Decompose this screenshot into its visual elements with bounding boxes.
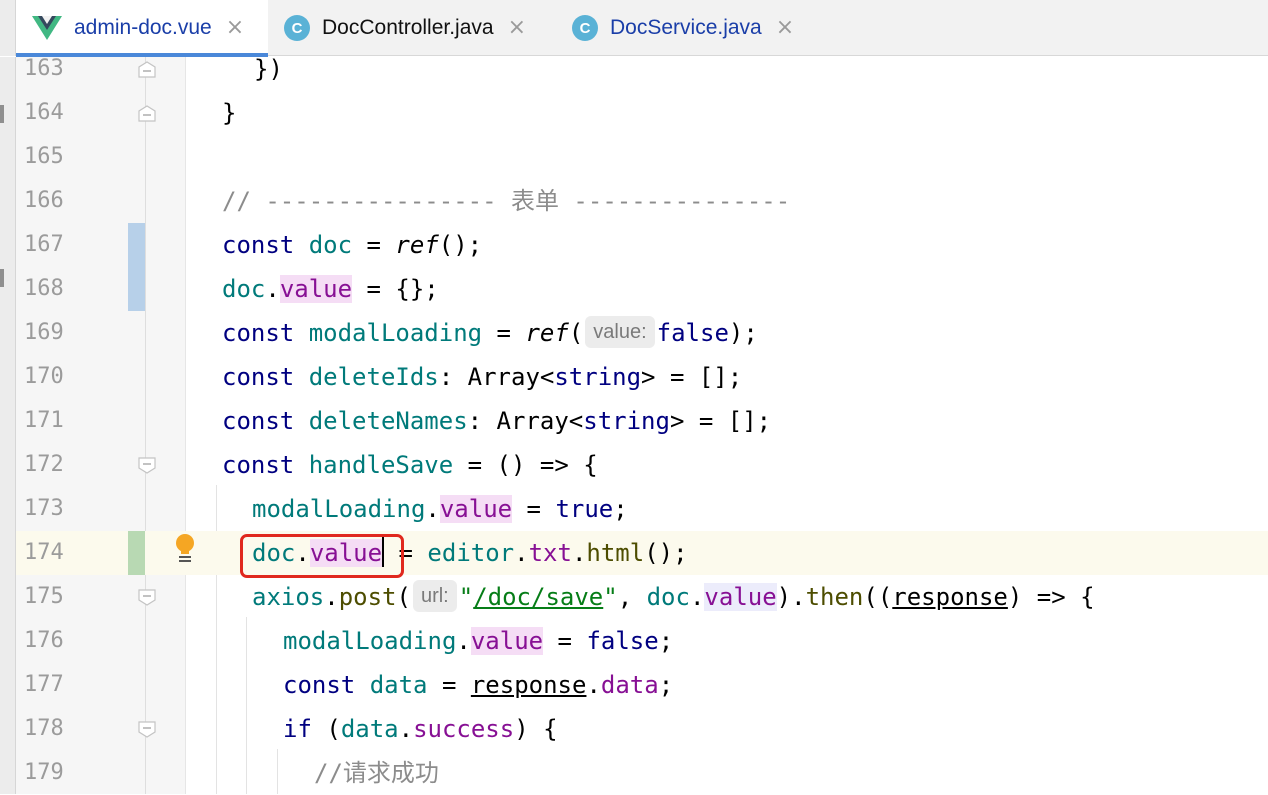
code-line-164[interactable]: 164 } [0,91,1268,135]
line-number: 164 [24,100,64,125]
java-class-icon: C [572,15,598,41]
code-line-166[interactable]: 166 // ---------------- 表单 -------------… [0,179,1268,223]
line-number: 169 [24,320,64,345]
line-number: 170 [24,364,64,389]
line-number: 165 [24,144,64,169]
lightbulb-icon[interactable] [174,533,196,565]
fold-start-icon[interactable] [138,457,156,474]
added-line-marker[interactable] [128,531,145,575]
code-line-178[interactable]: 178 if (data.success) { [0,707,1268,751]
line-number: 168 [24,276,64,301]
code-line-169[interactable]: 169 const modalLoading = ref(value: false… [0,311,1268,355]
fold-start-icon[interactable] [138,721,156,738]
highlight-annotation-box [240,534,404,578]
parameter-hint: value: [585,316,655,348]
line-number: 178 [24,716,64,741]
modified-line-marker[interactable] [128,223,145,267]
line-number: 173 [24,496,64,521]
code-line-165[interactable]: 165 [0,135,1268,179]
close-icon[interactable]: × [508,17,526,39]
code-line-168[interactable]: 168 doc.value = {}; [0,267,1268,311]
modified-line-marker[interactable] [128,267,145,311]
close-icon[interactable]: × [776,17,794,39]
line-number: 166 [24,188,64,213]
line-number: 167 [24,232,64,257]
line-number: 176 [24,628,64,653]
code-editor[interactable]: 163 }) 164 } 165 166 // ----------------… [0,55,1268,795]
vue-icon [32,16,62,40]
fold-end-icon[interactable] [138,105,156,122]
code-line-177[interactable]: 177 const data = response.data; [0,663,1268,707]
code-line-163[interactable]: 163 }) [0,47,1268,91]
fold-end-icon[interactable] [138,61,156,78]
line-number: 177 [24,672,64,697]
parameter-hint: url: [412,580,457,612]
code-line-167[interactable]: 167 const doc = ref(); [0,223,1268,267]
fold-start-icon[interactable] [138,589,156,606]
line-number: 163 [24,56,64,81]
java-class-icon: C [284,15,310,41]
code-line-173[interactable]: 173 modalLoading.value = true; [0,487,1268,531]
line-number: 179 [24,760,64,785]
code-line-179[interactable]: 179 //请求成功 [0,751,1268,795]
code-line-175[interactable]: 175 axios.post(url: "/doc/save", doc.valu… [0,575,1268,619]
code-line-170[interactable]: 170 const deleteIds: Array<string> = []; [0,355,1268,399]
code-line-176[interactable]: 176 modalLoading.value = false; [0,619,1268,663]
line-number: 172 [24,452,64,477]
line-number: 171 [24,408,64,433]
code-line-172[interactable]: 172 const handleSave = () => { [0,443,1268,487]
close-icon[interactable]: × [226,17,244,39]
line-number: 174 [24,540,64,565]
code-line-171[interactable]: 171 const deleteNames: Array<string> = [… [0,399,1268,443]
tab-label: admin-doc.vue [74,16,212,39]
tab-label: DocController.java [322,16,494,39]
tab-label: DocService.java [610,16,762,39]
line-number: 175 [24,584,64,609]
